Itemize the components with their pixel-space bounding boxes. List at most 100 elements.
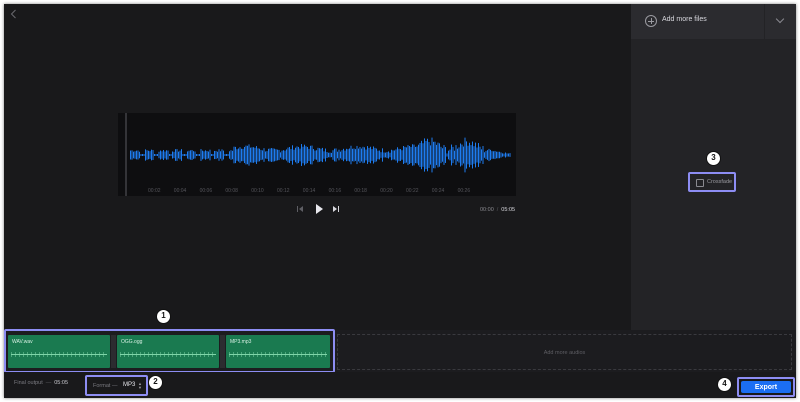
waveform-bar <box>328 152 329 158</box>
waveform-bar <box>166 150 167 160</box>
waveform-bar <box>259 148 260 162</box>
waveform-bar <box>463 146 464 164</box>
waveform-tick-label: 00:26 <box>458 188 471 194</box>
waveform-bar <box>455 145 457 165</box>
waveform-bar <box>326 152 328 158</box>
skip-forward-icon[interactable] <box>332 204 340 214</box>
waveform-bar <box>277 149 278 161</box>
waveform-bar <box>392 150 394 160</box>
waveform-tick-label: 00:20 <box>380 188 393 194</box>
waveform-bar <box>391 149 392 161</box>
waveform-tick-label: 00:18 <box>354 188 367 194</box>
waveform-bar <box>359 146 361 164</box>
waveform-bar <box>406 147 407 163</box>
waveform-bar <box>178 151 179 159</box>
waveform-bar <box>370 146 371 164</box>
waveform-bar <box>191 149 193 161</box>
add-more-audios-button[interactable]: Add more audios <box>337 334 792 370</box>
waveform-bar <box>380 152 382 158</box>
add-files-dropdown[interactable] <box>765 4 796 39</box>
waveform-bar <box>155 154 157 156</box>
waveform-bar <box>338 149 340 161</box>
waveform-bar <box>466 141 467 169</box>
waveform-bar <box>416 146 418 164</box>
waveform-bar <box>407 145 409 165</box>
waveform-bar <box>157 154 158 156</box>
waveform-bar <box>232 150 233 160</box>
waveform-bar <box>371 149 373 161</box>
waveform-bar <box>137 150 139 160</box>
waveform: 00:02 00:04 00:06 00:08 00:10 00:12 00:14 00:16… <box>125 113 511 196</box>
waveform-bar <box>494 150 496 160</box>
waveform-bar <box>146 150 148 160</box>
add-more-files-label: Add more files <box>662 16 707 23</box>
skip-back-icon[interactable] <box>296 204 304 214</box>
waveform-bar <box>437 142 439 168</box>
waveform-bar <box>314 150 316 160</box>
waveform-bar <box>440 146 442 164</box>
waveform-bar <box>163 149 164 161</box>
play-icon[interactable] <box>314 203 324 215</box>
waveform-bar <box>373 146 374 164</box>
waveform-bar <box>181 149 182 161</box>
waveform-bar <box>352 148 353 162</box>
waveform-bar <box>193 151 194 159</box>
waveform-bar <box>187 151 188 159</box>
time-separator: / <box>496 207 499 213</box>
waveform-bar <box>211 154 212 156</box>
waveform-bar <box>398 148 400 162</box>
callout-2: 2 <box>148 375 163 390</box>
waveform-bar <box>275 149 277 161</box>
waveform-bar <box>325 148 326 162</box>
waveform-bar <box>319 148 320 162</box>
waveform-bar <box>214 150 215 160</box>
waveform-bar <box>350 145 352 165</box>
waveform-bar <box>221 149 223 161</box>
waveform-bar <box>143 154 145 156</box>
waveform-bar <box>203 151 205 159</box>
waveform-bar <box>356 145 358 165</box>
waveform-bar <box>236 149 238 161</box>
waveform-bar <box>305 146 307 164</box>
waveform-bar <box>476 147 478 163</box>
waveform-bar <box>173 151 175 159</box>
waveform-bar <box>364 147 365 163</box>
format-control: Format — MP3 ▲ ▼ <box>85 375 148 396</box>
waveform-bar <box>238 148 239 162</box>
waveform-bar <box>299 148 301 162</box>
waveform-bar <box>194 151 196 159</box>
waveform-bar <box>242 148 244 162</box>
format-select[interactable]: MP3 ▲ ▼ <box>120 381 145 390</box>
callout-1: 1 <box>156 309 171 324</box>
waveform-bar <box>272 148 274 162</box>
waveform-bar <box>403 146 404 164</box>
waveform-bar <box>377 150 379 160</box>
total-time: 05:05 <box>501 207 516 213</box>
export-highlight: Export <box>737 377 795 397</box>
waveform-bar <box>164 151 166 159</box>
waveform-bar <box>379 150 380 160</box>
waveform-bar <box>172 151 173 159</box>
crossfade-checkbox[interactable] <box>696 179 704 187</box>
waveform-bar <box>355 149 356 161</box>
add-more-files-button[interactable]: Add more files <box>631 4 764 39</box>
chevron-down-icon <box>775 14 785 24</box>
waveform-bar <box>436 144 437 166</box>
waveform-bar <box>226 154 227 156</box>
waveform-bar <box>485 150 487 160</box>
waveform-bar <box>374 147 376 163</box>
waveform-bar <box>262 150 263 160</box>
waveform-bar <box>304 144 305 166</box>
waveform-bar <box>247 145 248 165</box>
waveform-panel[interactable]: 00:02 00:04 00:06 00:08 00:10 00:12 00:14 00:16… <box>118 113 516 196</box>
waveform-bar <box>490 149 491 161</box>
waveform-bar <box>409 146 410 164</box>
export-button[interactable]: Export <box>741 381 791 393</box>
waveform-bar <box>323 151 325 159</box>
back-button[interactable] <box>8 8 20 20</box>
waveform-bar <box>161 151 163 159</box>
waveform-bar <box>202 150 203 160</box>
waveform-bar <box>506 153 508 157</box>
waveform-bar <box>205 150 206 160</box>
crossfade-toggle[interactable]: Crossfade <box>688 172 736 192</box>
